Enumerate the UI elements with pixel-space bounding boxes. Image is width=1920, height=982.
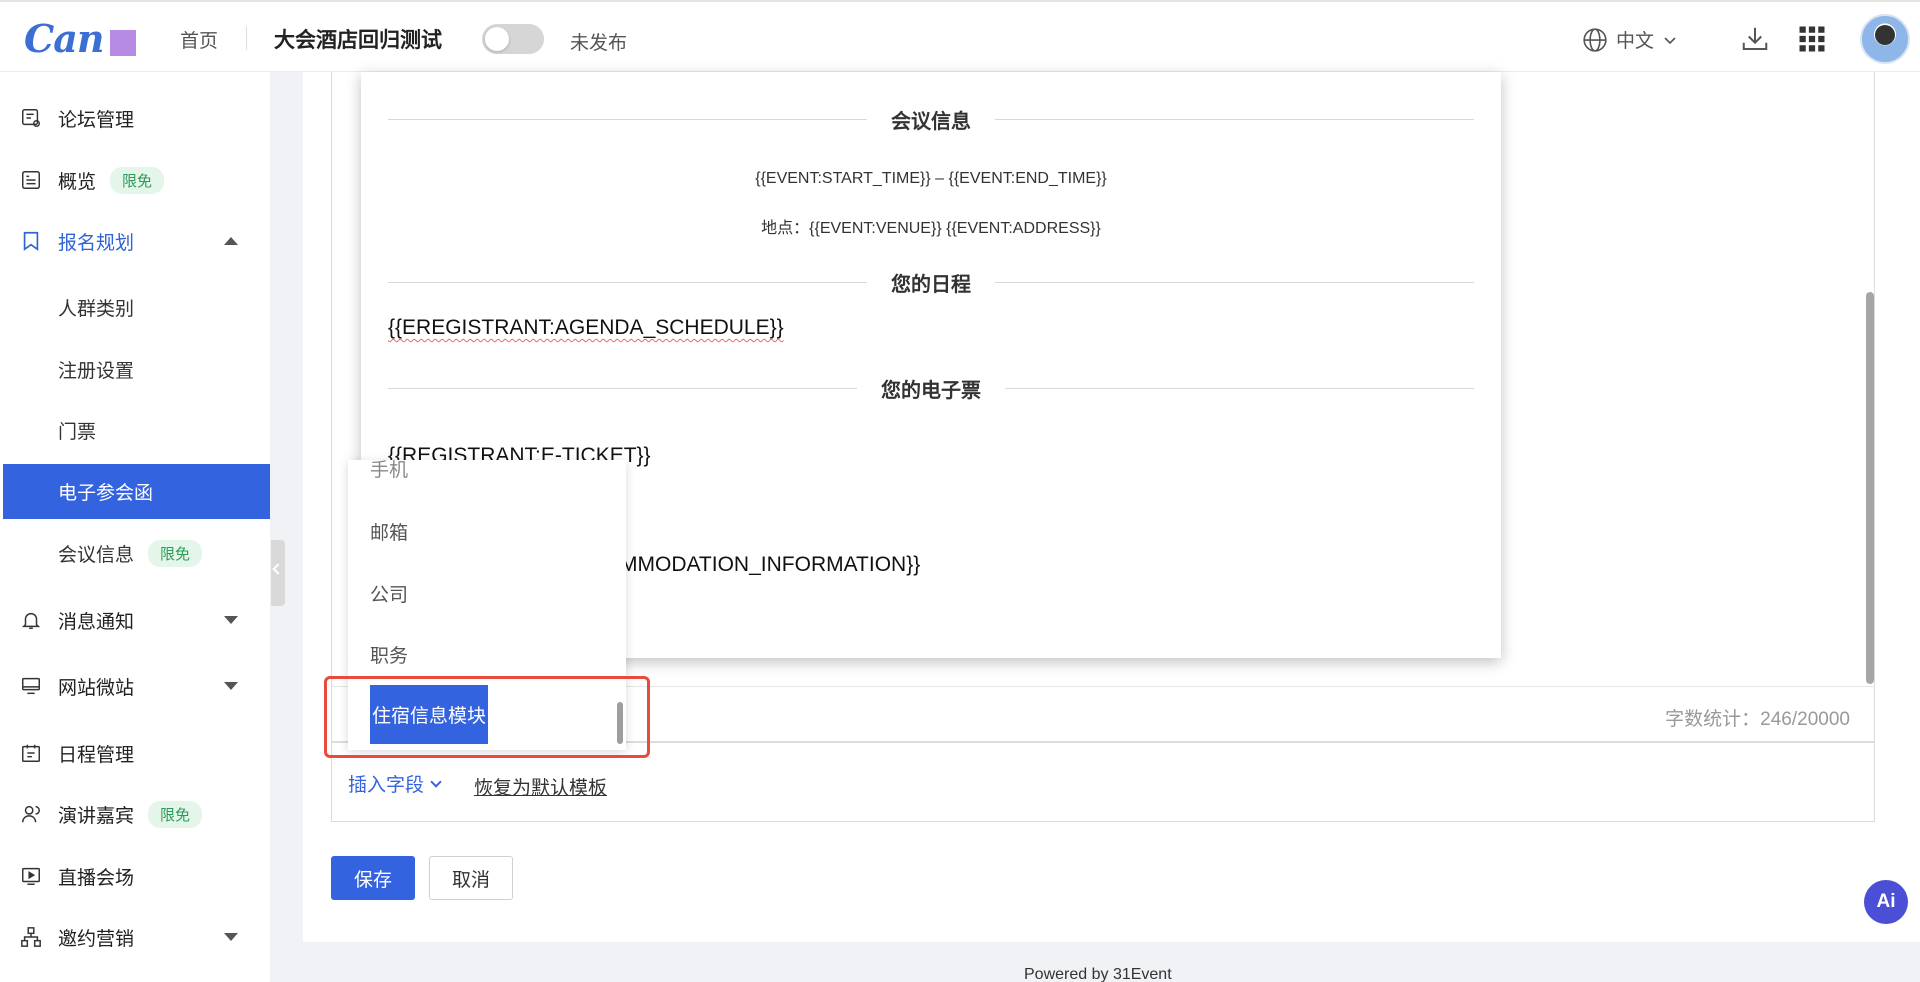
insert-field-dropdown[interactable]: 插入字段 [348,770,442,797]
chevron-down-icon [1664,36,1676,44]
sidebar-collapse-handle[interactable] [271,540,285,606]
sidebar-item-live[interactable]: 直播会场 [0,848,270,904]
free-badge: 限免 [110,166,165,194]
section-title: 会议信息 [891,110,971,133]
sidebar-item-tickets[interactable]: 门票 [0,402,270,458]
sidebar-item-label: 注册设置 [58,360,135,382]
section-divider [388,281,867,283]
sidebar-item-label: 邀约营销 [58,928,135,950]
section-divider [388,118,867,120]
sidebar-item-label: 消息通知 [58,611,135,633]
logo-text: Can [24,15,104,61]
sidebar-item-label: 门票 [58,421,97,443]
publish-toggle[interactable] [482,24,544,54]
free-badge: 限免 [148,800,203,828]
ai-assistant-button[interactable]: Ai [1864,880,1908,924]
sidebar-item-label: 演讲嘉宾 [58,805,135,827]
agenda-variable: {{EREGISTRANT:AGENDA_SCHEDULE}} [388,316,784,340]
sidebar-item-label: 网站微站 [58,677,135,699]
restore-default-link[interactable]: 恢复为默认模板 [474,773,607,800]
menu-item-company[interactable]: 公司 [348,563,618,623]
insert-field-menu: 手机 邮箱 公司 职务 住宿信息模块 [348,460,626,750]
calendar-icon [22,744,40,762]
menu-scrollbar[interactable] [617,702,623,744]
header-divider [246,26,247,50]
accommodation-variable: MMODATION_INFORMATION}} [620,553,921,576]
word-count: 字数统计：246/20000 [1665,709,1850,730]
toggle-knob [485,27,509,51]
publish-status: 未发布 [570,33,628,54]
sidebar-item-label: 论坛管理 [58,109,135,131]
sidebar-item-label: 概览 [58,171,97,193]
sidebar-item-label: 会议信息 [58,544,135,566]
sidebar-item-label: 人群类别 [58,298,135,320]
sidebar-item-label: 直播会场 [58,867,135,889]
sidebar-item-marketing[interactable]: 邀约营销 [0,909,270,965]
cancel-button[interactable]: 取消 [429,856,513,900]
language-label: 中文 [1616,31,1655,52]
sidebar-item-label: 报名规划 [58,232,135,254]
editor-scrollbar[interactable] [1866,292,1874,684]
menu-item-accommodation[interactable]: 住宿信息模块 [370,685,488,744]
section-divider [388,387,857,389]
section-meeting-info: 会议信息 [388,104,1474,134]
app-logo[interactable]: Can [24,15,136,61]
sidebar-item-registration[interactable]: 报名规划 [0,213,270,269]
globe-icon [1583,27,1607,52]
bell-icon [21,612,41,629]
sidebar: 论坛管理 概览 限免 报名规划 人群类别 注册设置 门票 电子参会函 会议信息 … [0,72,270,982]
live-icon [22,867,40,885]
sidebar-item-e-invitation[interactable]: 电子参会函 [3,464,270,519]
sidebar-item-label: 电子参会函 [58,483,154,504]
chevron-down-icon [224,682,238,690]
sidebar-item-website[interactable]: 网站微站 [0,658,270,714]
sidebar-item-forum[interactable]: 论坛管理 [0,90,270,146]
monitor-icon [22,677,40,695]
save-button[interactable]: 保存 [331,856,415,900]
sidebar-item-audience[interactable]: 人群类别 [0,279,270,335]
language-selector[interactable]: 中文 [1582,26,1678,53]
menu-item-phone[interactable]: 手机 [348,460,618,488]
event-title: 大会酒店回归测试 [274,29,442,52]
top-header: Can 首页 大会酒店回归测试 未发布 中文 [0,0,1920,72]
sidebar-item-schedule[interactable]: 日程管理 [0,725,270,781]
bookmark-icon [23,231,39,251]
sidebar-item-notifications[interactable]: 消息通知 [0,592,270,648]
logo-mark [109,30,136,56]
speaker-icon [22,805,40,823]
forum-icon [22,109,40,127]
menu-item-email[interactable]: 邮箱 [348,501,618,561]
chevron-left-icon [272,563,284,575]
section-schedule: 您的日程 [388,267,1474,297]
section-ticket: 您的电子票 [388,373,1474,403]
agenda-variable-text: {{EREGISTRANT:AGENDA_SCHEDULE}} [388,316,784,339]
sidebar-item-overview[interactable]: 概览 限免 [0,152,270,208]
sidebar-item-label: 日程管理 [58,744,135,766]
user-avatar[interactable] [1860,14,1910,64]
event-time-line: {{EVENT:START_TIME}} – {{EVENT:END_TIME}… [755,170,1107,187]
powered-by: Powered by 31Event [1024,966,1172,982]
home-link[interactable]: 首页 [180,26,218,53]
section-divider [995,118,1474,120]
section-title: 您的日程 [891,273,971,296]
avatar-face [1875,25,1895,45]
apps-grid-icon[interactable] [1797,24,1827,54]
chevron-down-icon [224,616,238,624]
chevron-down-icon [430,775,442,788]
chevron-down-icon [224,933,238,941]
free-badge: 限免 [148,539,203,567]
download-icon[interactable] [1740,24,1770,54]
section-divider [1005,387,1474,389]
event-venue-line: 地点：{{EVENT:VENUE}} {{EVENT:ADDRESS}} [761,220,1101,237]
menu-item-title[interactable]: 职务 [348,624,618,684]
chevron-up-icon [224,237,238,245]
sidebar-item-speakers[interactable]: 演讲嘉宾 限免 [0,786,270,842]
section-divider [995,281,1474,283]
network-icon [21,927,41,947]
section-title: 您的电子票 [881,379,981,402]
sidebar-item-meeting-info[interactable]: 会议信息 限免 [0,525,270,581]
insert-field-label: 插入字段 [348,775,425,796]
overview-icon [22,171,40,189]
sidebar-item-registration-settings[interactable]: 注册设置 [0,341,270,397]
